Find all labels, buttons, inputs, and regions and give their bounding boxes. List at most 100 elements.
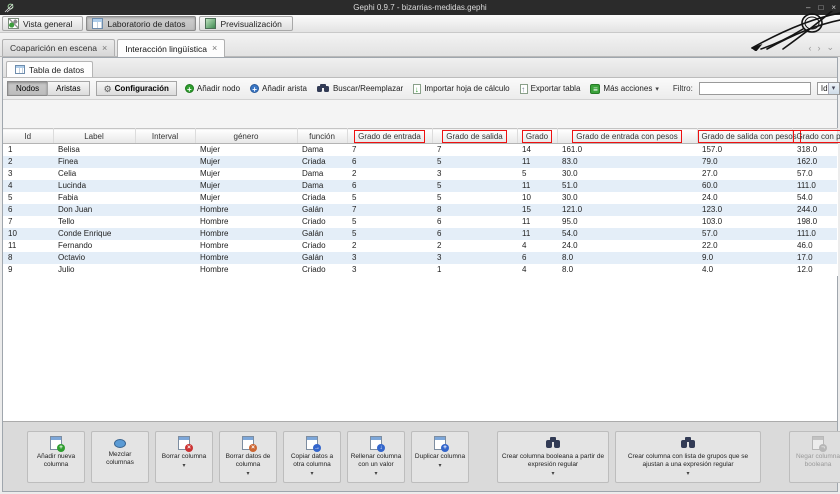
- table-cell[interactable]: 8: [3, 252, 53, 264]
- table-cell[interactable]: Criada: [297, 192, 347, 204]
- table-cell[interactable]: [135, 192, 195, 204]
- table-cell[interactable]: 51.0: [557, 180, 697, 192]
- table-cell[interactable]: Criado: [297, 216, 347, 228]
- table-cell[interactable]: 57.0: [697, 228, 792, 240]
- column-header[interactable]: Grado de entrada: [347, 129, 432, 144]
- table-cell[interactable]: Fernando: [53, 240, 135, 252]
- column-header[interactable]: función: [297, 129, 347, 144]
- table-cell[interactable]: Criada: [297, 156, 347, 168]
- edges-view-button[interactable]: Aristas: [47, 81, 89, 96]
- table-cell[interactable]: 161.0: [557, 144, 697, 157]
- table-cell[interactable]: 2: [347, 240, 432, 252]
- table-cell[interactable]: Julio: [53, 264, 135, 276]
- table-cell[interactable]: 24.0: [557, 240, 697, 252]
- column-header[interactable]: Id: [3, 129, 53, 144]
- table-cell[interactable]: 6: [517, 252, 557, 264]
- table-cell[interactable]: 3: [432, 168, 517, 180]
- table-cell[interactable]: 6: [432, 228, 517, 240]
- view-button-overview[interactable]: Vista general: [2, 16, 83, 31]
- table-row[interactable]: 2FineaMujerCriada651183.079.0162.0: [3, 156, 837, 168]
- table-cell[interactable]: 17.0: [792, 252, 837, 264]
- table-row[interactable]: 9JulioHombreCriado3148.04.012.0: [3, 264, 837, 276]
- table-cell[interactable]: 22.0: [697, 240, 792, 252]
- more-actions-button[interactable]: ≡ Más acciones ▾: [588, 83, 660, 95]
- tabs-list-icon[interactable]: ⌄: [826, 42, 834, 53]
- table-cell[interactable]: Fabia: [53, 192, 135, 204]
- import-spreadsheet-button[interactable]: Importar hoja de cálculo: [411, 83, 511, 95]
- table-cell[interactable]: [135, 204, 195, 216]
- table-row[interactable]: 1BelisaMujerDama7714161.0157.0318.0: [3, 144, 837, 157]
- table-row[interactable]: 8OctavioHombreGalán3368.09.017.0: [3, 252, 837, 264]
- table-cell[interactable]: 83.0: [557, 156, 697, 168]
- table-cell[interactable]: 4: [3, 180, 53, 192]
- table-cell[interactable]: Dama: [297, 180, 347, 192]
- table-cell[interactable]: Lucinda: [53, 180, 135, 192]
- table-cell[interactable]: 10: [517, 192, 557, 204]
- table-cell[interactable]: 46.0: [792, 240, 837, 252]
- view-button-datalab[interactable]: Laboratorio de datos: [86, 16, 196, 31]
- add-edge-button[interactable]: + Añadir arista: [248, 83, 309, 94]
- filter-input[interactable]: [699, 82, 811, 95]
- table-cell[interactable]: Dama: [297, 168, 347, 180]
- table-cell[interactable]: 12.0: [792, 264, 837, 276]
- table-cell[interactable]: 11: [3, 240, 53, 252]
- bottom-button-regex-groups[interactable]: Crear columna con lista de grupos que se…: [615, 431, 761, 483]
- table-cell[interactable]: 15: [517, 204, 557, 216]
- table-cell[interactable]: 103.0: [697, 216, 792, 228]
- table-cell[interactable]: 7: [432, 144, 517, 157]
- tabs-scroll-right-icon[interactable]: ›: [817, 43, 820, 53]
- table-cell[interactable]: 5: [347, 216, 432, 228]
- table-cell[interactable]: 6: [347, 156, 432, 168]
- table-cell[interactable]: 2: [347, 168, 432, 180]
- table-cell[interactable]: 123.0: [697, 204, 792, 216]
- table-cell[interactable]: 121.0: [557, 204, 697, 216]
- table-cell[interactable]: 6: [432, 216, 517, 228]
- table-cell[interactable]: 318.0: [792, 144, 837, 157]
- column-header[interactable]: Interval: [135, 129, 195, 144]
- table-cell[interactable]: 5: [3, 192, 53, 204]
- nodes-view-button[interactable]: Nodos: [7, 81, 48, 96]
- table-cell[interactable]: Tello: [53, 216, 135, 228]
- table-cell[interactable]: 4: [517, 240, 557, 252]
- table-row[interactable]: 10Conde EnriqueHombreGalán561154.057.011…: [3, 228, 837, 240]
- bottom-button-duplicate-column[interactable]: Duplicar columna ▾: [411, 431, 469, 483]
- column-header[interactable]: Label: [53, 129, 135, 144]
- tab-tabla-de-datos[interactable]: Tabla de datos: [6, 61, 93, 77]
- table-row[interactable]: 6Don JuanHombreGalán7815121.0123.0244.0: [3, 204, 837, 216]
- table-cell[interactable]: 5: [432, 192, 517, 204]
- bottom-button-delete-column[interactable]: Borrar columna ▾: [155, 431, 213, 483]
- table-cell[interactable]: 1: [432, 264, 517, 276]
- table-cell[interactable]: Hombre: [195, 228, 297, 240]
- table-cell[interactable]: 9.0: [697, 252, 792, 264]
- table-cell[interactable]: 2: [432, 240, 517, 252]
- table-cell[interactable]: Dama: [297, 144, 347, 157]
- table-cell[interactable]: 4: [517, 264, 557, 276]
- table-cell[interactable]: 54.0: [792, 192, 837, 204]
- table-cell[interactable]: [135, 144, 195, 157]
- table-cell[interactable]: 8.0: [557, 252, 697, 264]
- table-cell[interactable]: 95.0: [557, 216, 697, 228]
- column-header[interactable]: Grado de salida: [432, 129, 517, 144]
- table-cell[interactable]: 244.0: [792, 204, 837, 216]
- table-cell[interactable]: Mujer: [195, 192, 297, 204]
- table-cell[interactable]: Octavio: [53, 252, 135, 264]
- export-table-button[interactable]: Exportar tabla: [518, 83, 583, 95]
- view-button-preview[interactable]: Previsualización: [199, 16, 292, 31]
- table-cell[interactable]: Belisa: [53, 144, 135, 157]
- table-cell[interactable]: 1: [3, 144, 53, 157]
- bottom-button-fill-column[interactable]: Rellenar columna con un valor ▾: [347, 431, 405, 483]
- table-cell[interactable]: [135, 216, 195, 228]
- table-cell[interactable]: Hombre: [195, 264, 297, 276]
- table-cell[interactable]: 5: [347, 192, 432, 204]
- table-cell[interactable]: 3: [347, 264, 432, 276]
- table-cell[interactable]: 11: [517, 180, 557, 192]
- table-cell[interactable]: 157.0: [697, 144, 792, 157]
- table-cell[interactable]: Criado: [297, 240, 347, 252]
- add-node-button[interactable]: + Añadir nodo: [183, 83, 242, 94]
- table-cell[interactable]: Don Juan: [53, 204, 135, 216]
- table-cell[interactable]: Mujer: [195, 168, 297, 180]
- table-cell[interactable]: [135, 240, 195, 252]
- table-cell[interactable]: Mujer: [195, 180, 297, 192]
- table-row[interactable]: 11FernandoHombreCriado22424.022.046.0: [3, 240, 837, 252]
- table-cell[interactable]: 11: [517, 216, 557, 228]
